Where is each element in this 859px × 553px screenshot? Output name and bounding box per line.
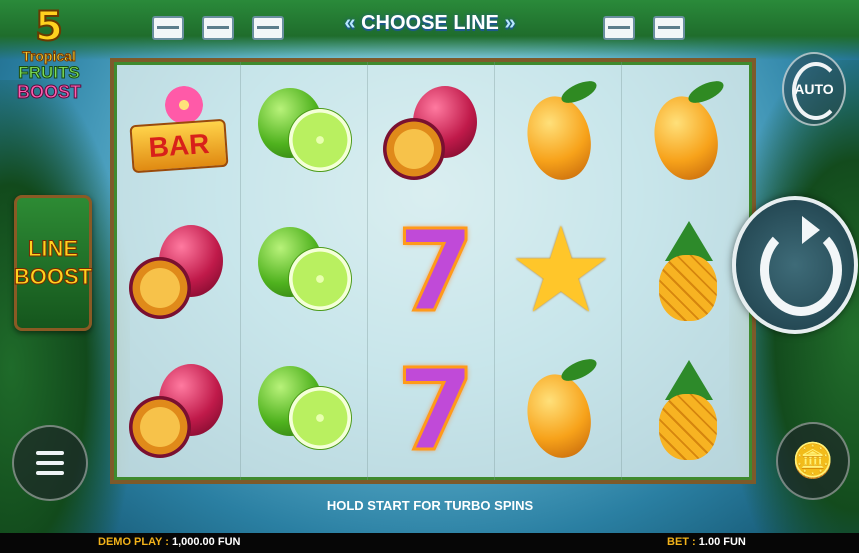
reel-4-cell-2: ★: [495, 201, 621, 340]
line-boost-line1: LINE: [27, 236, 79, 262]
autoplay-arrow-icon: [792, 62, 840, 120]
star-fruit-icon: ★: [508, 204, 614, 337]
reel-1-cell-3: [114, 340, 240, 479]
menu-button[interactable]: [12, 425, 88, 501]
passion-fruit-icon: [381, 82, 481, 182]
bet-coins-button[interactable]: 🪙: [776, 422, 850, 500]
line-boost-badge[interactable]: LINE BOOST: [13, 195, 93, 331]
lime-icon: [254, 82, 354, 182]
logo-boost: BOOST: [16, 82, 81, 103]
reel-3-cell-2: 7: [368, 201, 494, 340]
mango-icon: [635, 76, 735, 186]
reel-1: BAR: [114, 62, 241, 480]
game-logo: 5 Tropical FRUITS BOOST: [6, 4, 92, 124]
reel-2-cell-3: [241, 340, 367, 479]
coins-stack-icon: 🪙: [791, 442, 835, 480]
balance-label: DEMO PLAY :: [98, 536, 169, 548]
mango-icon: [508, 76, 608, 186]
reel-3-cell-1: [368, 62, 494, 201]
reel-5: [622, 62, 748, 480]
bar-symbol-icon: BAR: [127, 82, 229, 182]
line-option-3-icon[interactable]: [252, 16, 284, 40]
reel-grid: BAR 7 7 ★: [110, 58, 756, 484]
reel-2-cell-2: [241, 201, 367, 340]
mango-icon: [508, 354, 608, 464]
spin-button[interactable]: [732, 196, 858, 334]
bet-display: BET : 1.00 FUN: [667, 536, 746, 548]
reel-1-cell-1: BAR: [114, 62, 240, 201]
chevron-left-icon: «: [344, 12, 356, 34]
reel-4: ★: [495, 62, 622, 480]
lime-icon: [254, 221, 354, 321]
line-boost-line2: BOOST: [13, 264, 93, 290]
balance-value: 1,000.00 FUN: [171, 536, 241, 548]
seven-symbol-icon: 7: [381, 353, 481, 468]
reel-5-cell-3: [622, 340, 748, 479]
reel-3-cell-3: 7: [368, 340, 494, 479]
reel-5-cell-1: [622, 62, 748, 201]
reel-4-cell-1: [495, 62, 621, 201]
star-glyph: ★: [508, 204, 614, 337]
reel-4-cell-3: [495, 340, 621, 479]
logo-tropical: Tropical: [22, 48, 77, 65]
reel-5-cell-2: [622, 201, 748, 340]
line-option-1-icon[interactable]: [152, 16, 184, 40]
autoplay-button[interactable]: AUTO: [782, 52, 846, 126]
reel-2: [241, 62, 368, 480]
seven-label: 7: [396, 206, 477, 337]
seven-symbol-icon: 7: [381, 214, 481, 329]
chevron-right-icon: »: [504, 12, 516, 34]
game-stage: 5 Tropical FRUITS BOOST LINE BOOST « CHO…: [0, 0, 859, 553]
reel-1-cell-2: [114, 201, 240, 340]
hibiscus-icon: [165, 85, 203, 124]
status-message: HOLD START FOR TURBO SPINS: [326, 498, 534, 513]
reel-2-cell-1: [241, 62, 367, 201]
balance-display: DEMO PLAY : 1,000.00 FUN: [98, 536, 240, 548]
hamburger-menu-icon: [36, 451, 64, 455]
line-option-4-icon[interactable]: [603, 16, 635, 40]
bar-label: BAR: [129, 118, 229, 173]
pineapple-icon: [635, 359, 735, 460]
spin-arrow-icon: [760, 224, 842, 316]
choose-line-label: CHOOSE LINE: [361, 12, 499, 34]
footer-bar: DEMO PLAY : 1,000.00 FUN BET : 1.00 FUN: [0, 533, 859, 553]
reel-3: 7 7: [368, 62, 495, 480]
passion-fruit-icon: [127, 221, 227, 321]
seven-label: 7: [396, 345, 477, 476]
line-option-5-icon[interactable]: [653, 16, 685, 40]
line-option-2-icon[interactable]: [202, 16, 234, 40]
bet-value: 1.00 FUN: [698, 536, 746, 548]
choose-line-title[interactable]: « CHOOSE LINE »: [330, 12, 530, 40]
logo-number: 5: [34, 4, 64, 50]
passion-fruit-icon: [127, 360, 227, 460]
pineapple-icon: [635, 220, 735, 321]
logo-fruits: FRUITS: [18, 63, 80, 82]
lime-icon: [254, 360, 354, 460]
bet-label: BET :: [667, 536, 696, 548]
